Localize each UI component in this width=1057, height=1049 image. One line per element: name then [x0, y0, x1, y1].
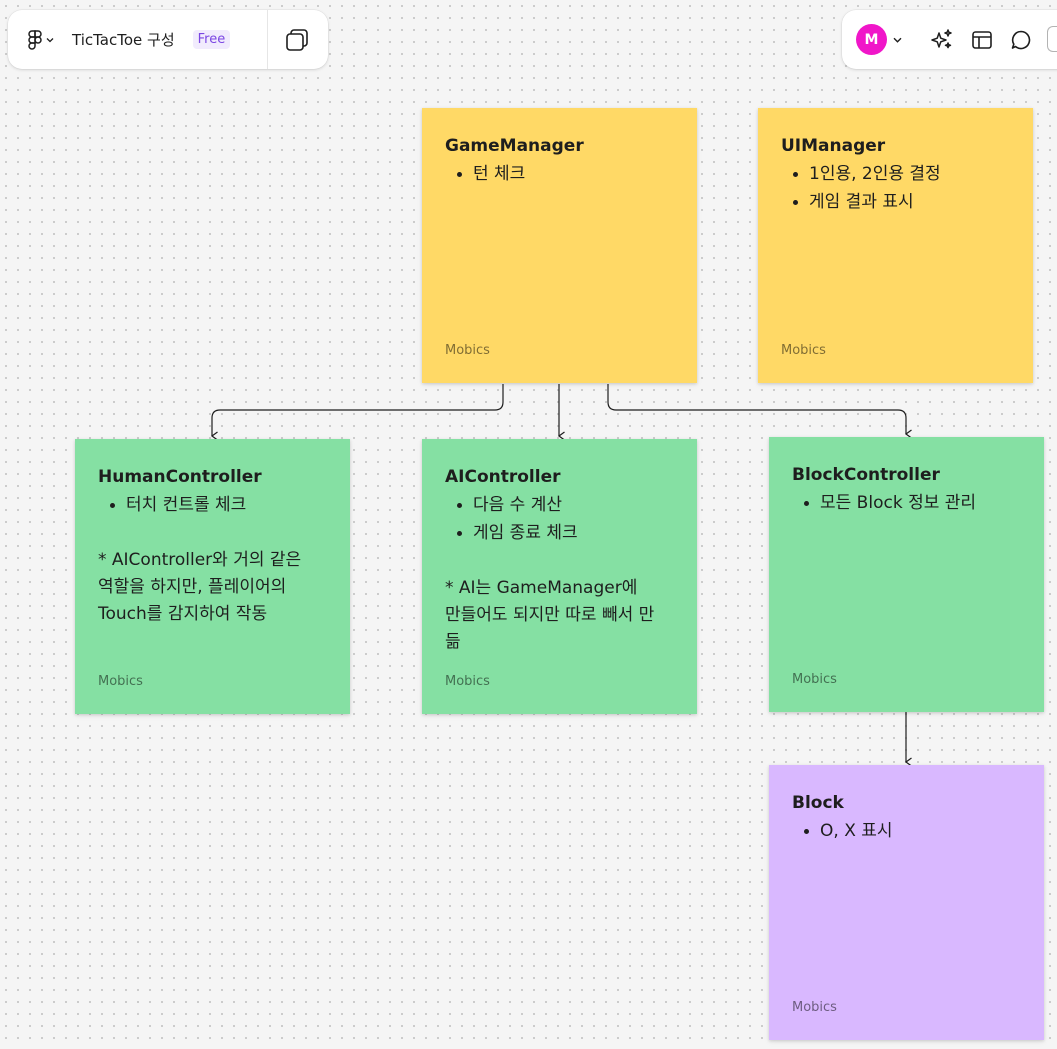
sticky-human-controller[interactable]: HumanController 터치 컨트롤 체크 * AIController…	[75, 439, 350, 714]
note-line: * AI는 GameManager에	[445, 578, 638, 598]
collab-toolbar: M	[842, 10, 1057, 69]
bullet-item: O, X 표시	[804, 817, 1021, 845]
ai-sparkle-icon	[930, 28, 954, 52]
bullet-item: 1인용, 2인용 결정	[793, 160, 1010, 188]
sticky-author: Mobics	[781, 343, 826, 358]
note-line: Touch를 감지하여 작동	[98, 604, 268, 624]
toolbar-divider	[267, 10, 268, 69]
sticky-title: AIController	[445, 467, 561, 487]
chevron-down-icon	[46, 37, 54, 43]
comment-button[interactable]	[1009, 28, 1033, 52]
sticky-ui-manager[interactable]: UIManager 1인용, 2인용 결정 게임 결과 표시 Mobics	[758, 108, 1033, 383]
file-toolbar: TicTacToe 구성 Free	[8, 10, 328, 69]
ai-sparkle-button[interactable]	[930, 28, 954, 52]
sticky-author: Mobics	[792, 672, 837, 687]
sticky-bullet-list: 1인용, 2인용 결정 게임 결과 표시	[781, 160, 1010, 216]
sticky-title: UIManager	[781, 136, 886, 156]
bullet-item: 다음 수 계산	[457, 491, 674, 519]
comment-icon	[1010, 29, 1032, 51]
main-menu-button[interactable]	[28, 23, 54, 57]
sticky-block[interactable]: Block O, X 표시 Mobics	[769, 765, 1044, 1040]
bullet-item: 터치 컨트롤 체크	[110, 491, 327, 519]
note-line: 역할을 하지만, 플레이어의	[98, 577, 287, 597]
sticky-block-controller[interactable]: BlockController 모든 Block 정보 관리 Mobics	[769, 437, 1044, 712]
more-tools-button[interactable]	[1047, 26, 1057, 52]
template-layout-icon	[971, 29, 993, 51]
figma-logo-icon	[28, 29, 42, 50]
sticky-author: Mobics	[445, 343, 490, 358]
note-line: * AIController와 거의 같은	[98, 550, 302, 570]
sticky-title: BlockController	[792, 465, 940, 485]
sticky-author: Mobics	[792, 1000, 837, 1015]
sticky-game-manager[interactable]: GameManager 턴 체크 Mobics	[422, 108, 697, 383]
note-line: 만들어도 되지만 따로 빼서 만	[445, 605, 655, 625]
sticky-title: Block	[792, 793, 844, 813]
sticky-bullet-list: 모든 Block 정보 관리	[792, 489, 1021, 517]
bullet-item: 게임 종료 체크	[457, 519, 674, 547]
chevron-down-icon[interactable]	[893, 37, 902, 43]
connector-gamemanager-to-humancontroller[interactable]	[210, 384, 504, 441]
sticky-bullet-list: O, X 표시	[792, 817, 1021, 845]
note-line: 듦	[445, 632, 461, 652]
sticky-note-text: * AI는 GameManager에 만들어도 되지만 따로 빼서 만 듦	[445, 575, 674, 656]
pages-panel-button[interactable]	[284, 27, 310, 53]
sticky-author: Mobics	[98, 674, 143, 689]
sticky-title: GameManager	[445, 136, 584, 156]
sticky-note-text: * AIController와 거의 같은 역할을 하지만, 플레이어의 Tou…	[98, 547, 327, 628]
bullet-item: 모든 Block 정보 관리	[804, 489, 1021, 517]
sticky-bullet-list: 턴 체크	[445, 160, 674, 188]
file-name[interactable]: TicTacToe 구성	[72, 29, 175, 50]
bullet-item: 게임 결과 표시	[793, 188, 1010, 216]
sticky-ai-controller[interactable]: AIController 다음 수 계산 게임 종료 체크 * AI는 Game…	[422, 439, 697, 714]
pages-icon	[285, 28, 309, 52]
connector-gamemanager-to-blockcontroller[interactable]	[607, 384, 912, 439]
plan-badge[interactable]: Free	[192, 30, 231, 49]
sticky-bullet-list: 다음 수 계산 게임 종료 체크	[445, 491, 674, 547]
sticky-bullet-list: 터치 컨트롤 체크	[98, 491, 327, 519]
sticky-title: HumanController	[98, 467, 262, 487]
templates-button[interactable]	[970, 28, 994, 52]
sticky-author: Mobics	[445, 674, 490, 689]
bullet-item: 턴 체크	[457, 160, 674, 188]
avatar[interactable]: M	[856, 24, 887, 55]
